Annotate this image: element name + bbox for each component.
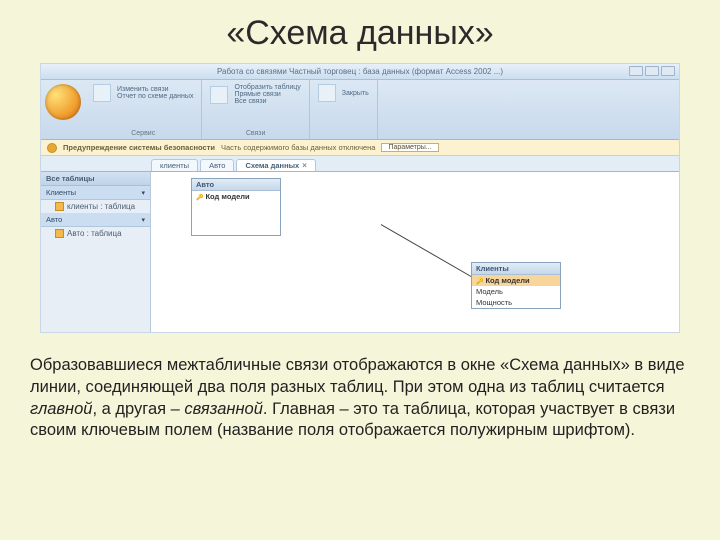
edit-rel-icon[interactable] (93, 84, 111, 102)
nav-section-clients[interactable]: Клиенты ▾ (41, 186, 150, 200)
access-screenshot: Работа со связями Частный торговец : баз… (40, 63, 680, 333)
nav-section-auto[interactable]: Авто ▾ (41, 213, 150, 227)
nav-item-clients-table[interactable]: клиенты : таблица (41, 200, 150, 213)
table-icon (55, 229, 64, 238)
show-table-icon[interactable] (210, 86, 228, 104)
nav-header[interactable]: Все таблицы (41, 172, 150, 186)
window-title: Работа со связями Частный торговец : баз… (217, 67, 503, 76)
tab-label: клиенты (160, 161, 189, 170)
text-run: Образовавшиеся межтабличные связи отобра… (30, 356, 685, 396)
office-button[interactable] (45, 84, 81, 120)
maximize-button[interactable] (645, 66, 659, 76)
ribbon: Изменить связи Отчет по схеме данных Сер… (41, 80, 679, 140)
table-icon (55, 202, 64, 211)
nav-header-label: Все таблицы (46, 174, 95, 183)
security-warning-bar: Предупреждение системы безопасности Част… (41, 140, 679, 156)
field-empty (192, 202, 280, 213)
tab-auto[interactable]: Авто (200, 159, 234, 171)
nav-item-auto-table[interactable]: Авто : таблица (41, 227, 150, 240)
field[interactable]: Мощность (472, 297, 560, 308)
window-title-bar: Работа со связями Частный торговец : баз… (41, 64, 679, 80)
field-key[interactable]: Код модели (472, 275, 560, 286)
work-area: Все таблицы Клиенты ▾ клиенты : таблица … (41, 172, 679, 332)
tab-schema[interactable]: Схема данных × (236, 159, 315, 171)
table-title: Клиенты (472, 263, 560, 275)
security-message: Часть содержимого базы данных отключена (221, 143, 375, 152)
document-tabs: клиенты Авто Схема данных × (41, 156, 679, 172)
ribbon-btn-report[interactable]: Отчет по схеме данных (117, 93, 193, 100)
ribbon-btn-edit-rel[interactable]: Изменить связи (117, 86, 193, 93)
field-empty (192, 224, 280, 235)
field-empty (192, 213, 280, 224)
ribbon-group-tools: Сервис (93, 130, 193, 137)
tab-label: Авто (209, 161, 225, 170)
nav-section-label: Авто (46, 215, 62, 224)
text-emphasis: связанной (184, 400, 263, 418)
nav-item-label: клиенты : таблица (67, 202, 135, 211)
security-options-button[interactable]: Параметры... (381, 143, 438, 152)
table-title: Авто (192, 179, 280, 191)
nav-item-label: Авто : таблица (67, 229, 122, 238)
text-run: , а другая – (92, 400, 184, 418)
tab-clients[interactable]: клиенты (151, 159, 198, 171)
minimize-button[interactable] (629, 66, 643, 76)
ribbon-btn-all[interactable]: Все связи (234, 98, 300, 105)
close-button[interactable] (661, 66, 675, 76)
ribbon-btn-close[interactable]: Закрыть (342, 90, 369, 97)
diagram-table-clients[interactable]: Клиенты Код модели Модель Мощность (471, 262, 561, 309)
chevron-down-icon: ▾ (141, 216, 145, 224)
navigation-pane: Все таблицы Клиенты ▾ клиенты : таблица … (41, 172, 151, 332)
field[interactable]: Модель (472, 286, 560, 297)
field-key[interactable]: Код модели (192, 191, 280, 202)
nav-section-label: Клиенты (46, 188, 76, 197)
slide-title: «Схема данных» (0, 0, 720, 63)
security-label: Предупреждение системы безопасности (63, 143, 215, 152)
chevron-down-icon: ▾ (141, 189, 145, 197)
text-emphasis: главной (30, 400, 92, 418)
ribbon-btn-direct[interactable]: Прямые связи (234, 91, 300, 98)
close-icon[interactable] (318, 84, 336, 102)
slide-body-paragraph: Образовавшиеся межтабличные связи отобра… (0, 333, 720, 442)
tab-label: Схема данных (245, 161, 299, 170)
relationship-canvas[interactable]: Авто Код модели Клиенты Код модели Модел… (151, 172, 679, 332)
ribbon-group-relations: Связи (210, 130, 300, 137)
diagram-table-auto[interactable]: Авто Код модели (191, 178, 281, 236)
ribbon-btn-show-table[interactable]: Отобразить таблицу (234, 84, 300, 91)
shield-icon (47, 143, 57, 153)
tab-close-icon[interactable]: × (302, 161, 307, 170)
